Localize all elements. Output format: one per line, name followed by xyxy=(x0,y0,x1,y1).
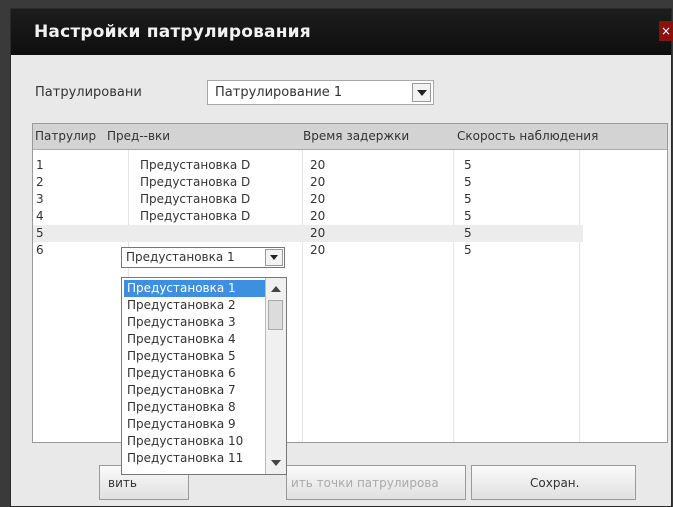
title-bar: Настройки патрулирования × xyxy=(11,9,673,55)
row-delay: 20 xyxy=(310,226,326,240)
clear-button-label: ить точки патрулирова xyxy=(291,476,439,490)
row-delay: 20 xyxy=(310,209,326,223)
patrol-label: Патрулировани xyxy=(35,85,142,100)
row-number: 5 xyxy=(36,226,44,240)
left-button-label: вить xyxy=(108,476,137,490)
patrol-select[interactable]: Патрулирование 1 xyxy=(207,80,434,105)
row-number: 4 xyxy=(36,209,44,223)
chevron-down-icon[interactable] xyxy=(265,249,283,266)
scroll-up-icon[interactable] xyxy=(271,286,281,292)
row-speed: 5 xyxy=(464,243,472,257)
save-button[interactable]: Сохран. xyxy=(471,465,636,500)
preset-option[interactable]: Предустановка 2 xyxy=(124,297,266,314)
row-number: 3 xyxy=(36,192,44,206)
scroll-down-icon[interactable] xyxy=(271,460,281,466)
header-patrol-number: Патрулир xyxy=(35,129,97,143)
preset-option[interactable]: Предустановка 7 xyxy=(124,382,266,399)
preset-option[interactable]: Предустановка 6 xyxy=(124,365,266,382)
row-speed: 5 xyxy=(464,209,472,223)
close-icon[interactable]: × xyxy=(659,21,673,41)
row-number: 6 xyxy=(36,243,44,257)
header-delay: Время задержки xyxy=(303,129,410,143)
preset-combo-value: Предустановка 1 xyxy=(126,250,235,264)
preset-option[interactable]: Предустановка 9 xyxy=(124,416,266,433)
table-row-selected[interactable]: 5 20 5 xyxy=(33,225,583,242)
preset-option[interactable]: Предустановка 10 xyxy=(124,433,266,450)
row-speed: 5 xyxy=(464,192,472,206)
patrol-settings-dialog: Настройки патрулирования × Патрулировани… xyxy=(10,8,673,507)
row-delay: 20 xyxy=(310,175,326,189)
patrol-select-value: Патрулирование 1 xyxy=(215,85,343,100)
table-row[interactable]: 4 Предустановка D 20 5 xyxy=(33,208,667,225)
row-preset: Предустановка D xyxy=(140,209,251,223)
header-speed: Скорость наблюдения xyxy=(457,129,599,143)
table-row[interactable]: 2 Предустановка D 20 5 xyxy=(33,174,667,191)
preset-option[interactable]: Предустановка 1 xyxy=(124,280,266,297)
row-delay: 20 xyxy=(310,192,326,206)
save-button-label: Сохран. xyxy=(530,476,580,490)
row-preset: Предустановка D xyxy=(140,158,251,172)
chevron-down-icon[interactable] xyxy=(412,83,431,102)
preset-option[interactable]: Предустановка 4 xyxy=(124,331,266,348)
table-row[interactable]: 1 Предустановка D 20 5 xyxy=(33,157,667,174)
row-delay: 20 xyxy=(310,243,326,257)
preset-combo[interactable]: Предустановка 1 xyxy=(121,247,285,268)
table-row[interactable]: 3 Предустановка D 20 5 xyxy=(33,191,667,208)
row-speed: 5 xyxy=(464,158,472,172)
preset-option[interactable]: Предустановка 11 xyxy=(124,450,266,467)
scrollbar-thumb[interactable] xyxy=(268,300,283,330)
dialog-title: Настройки патрулирования xyxy=(34,22,311,42)
row-speed: 5 xyxy=(464,226,472,240)
preset-option[interactable]: Предустановка 8 xyxy=(124,399,266,416)
dropdown-scrollbar[interactable] xyxy=(265,278,286,474)
table-header: Патрулир Пред--вки Время задержки Скорос… xyxy=(33,124,667,150)
row-speed: 5 xyxy=(464,175,472,189)
clear-patrol-points-button[interactable]: ить точки патрулирова xyxy=(286,465,466,500)
preset-option[interactable]: Предустановка 3 xyxy=(124,314,266,331)
header-preset: Пред--вки xyxy=(107,129,171,143)
row-preset: Предустановка D xyxy=(140,175,251,189)
row-delay: 20 xyxy=(310,158,326,172)
row-number: 1 xyxy=(36,158,44,172)
preset-dropdown-list[interactable]: Предустановка 1 Предустановка 2 Предуста… xyxy=(121,277,287,475)
preset-option[interactable]: Предустановка 5 xyxy=(124,348,266,365)
row-preset: Предустановка D xyxy=(140,192,251,206)
row-number: 2 xyxy=(36,175,44,189)
